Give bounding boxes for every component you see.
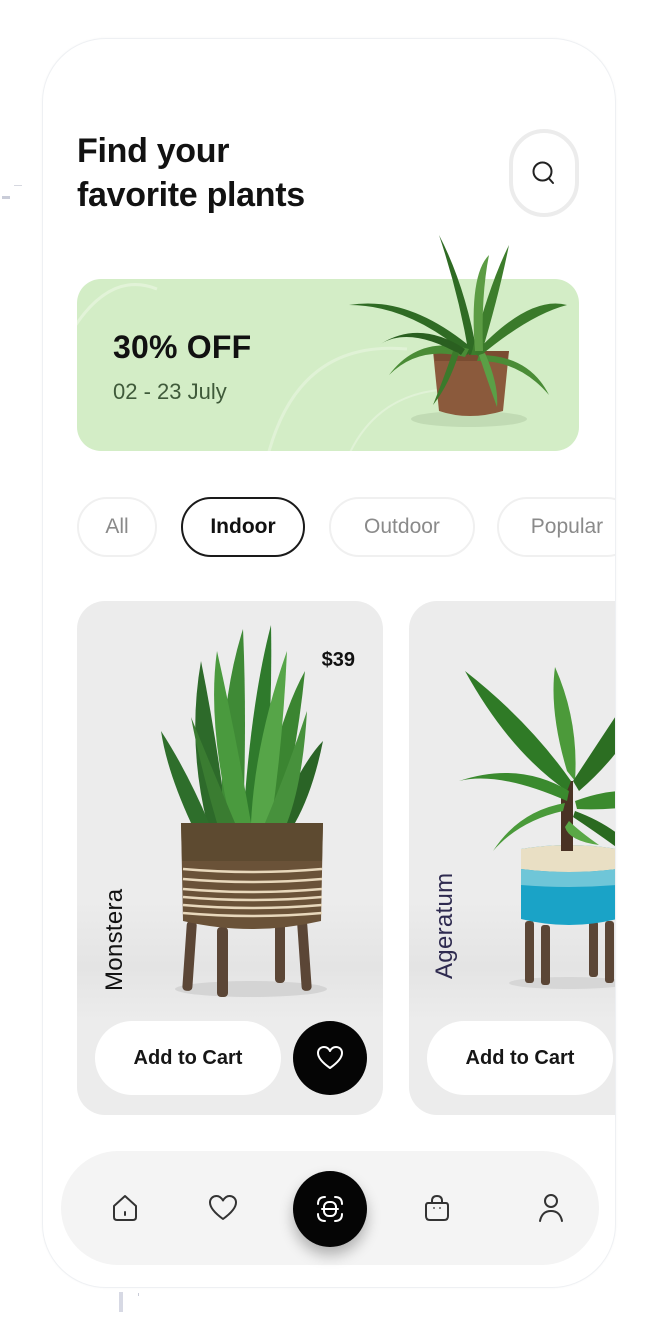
promo-dates: 02 - 23 July bbox=[113, 379, 227, 404]
product-name: Ageratum bbox=[431, 872, 458, 979]
heart-icon bbox=[209, 1195, 237, 1220]
product-image bbox=[161, 625, 327, 997]
chip-outdoor[interactable]: Outdoor bbox=[329, 497, 475, 557]
phone-screen: Find your favorite plants 30% OFF 02 - 2… bbox=[42, 38, 616, 1288]
product-image bbox=[459, 667, 615, 989]
user-icon bbox=[539, 1194, 563, 1222]
product-name: Monstera bbox=[101, 888, 128, 991]
heart-icon bbox=[317, 1046, 343, 1069]
edge-mark bbox=[138, 1293, 139, 1296]
title-line-2: favorite plants bbox=[77, 176, 305, 214]
nav-home[interactable] bbox=[105, 1188, 145, 1228]
product-card[interactable]: Monstera $39 Add to Cart bbox=[77, 601, 383, 1115]
favorite-button[interactable] bbox=[293, 1021, 367, 1095]
product-price: $39 bbox=[321, 649, 355, 671]
bottom-nav bbox=[61, 1151, 599, 1265]
promo-banner[interactable]: 30% OFF 02 - 23 July bbox=[77, 235, 579, 451]
product-card[interactable]: Ageratum Add to Cart bbox=[409, 601, 615, 1115]
chip-indoor[interactable]: Indoor bbox=[181, 497, 305, 557]
add-to-cart-button[interactable]: Add to Cart bbox=[427, 1021, 613, 1095]
scan-icon bbox=[317, 1196, 343, 1222]
edge-mark bbox=[14, 185, 22, 186]
chip-popular[interactable]: Popular bbox=[497, 497, 615, 557]
edge-mark bbox=[119, 1292, 123, 1312]
page-title: Find your favorite plants bbox=[77, 129, 305, 217]
edge-mark bbox=[2, 196, 10, 199]
category-filter: All Indoor Outdoor Popular bbox=[77, 497, 615, 557]
shopping-bag-icon bbox=[425, 1194, 449, 1221]
nav-cart[interactable] bbox=[417, 1188, 457, 1228]
nav-scan[interactable] bbox=[293, 1171, 367, 1247]
search-button[interactable] bbox=[509, 129, 579, 217]
nav-profile[interactable] bbox=[531, 1188, 571, 1228]
chip-all[interactable]: All bbox=[77, 497, 157, 557]
promo-title: 30% OFF bbox=[113, 329, 252, 365]
nav-favorites[interactable] bbox=[203, 1188, 243, 1228]
promo-plant-image bbox=[349, 235, 567, 427]
add-to-cart-button[interactable]: Add to Cart bbox=[95, 1021, 281, 1095]
home-icon bbox=[113, 1195, 137, 1221]
search-icon bbox=[532, 161, 554, 184]
title-line-1: Find your bbox=[77, 132, 230, 170]
